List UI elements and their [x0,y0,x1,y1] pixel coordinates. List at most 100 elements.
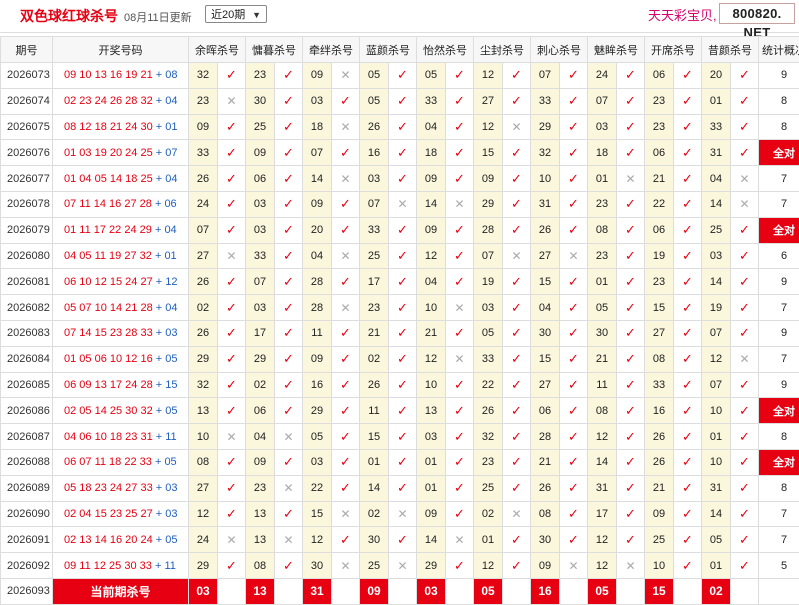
check-mark-icon: ✓ [625,274,636,289]
cross-mark-icon: ✕ [625,559,635,573]
kill-number: 12 [702,346,731,372]
period-number: 2026086 [1,398,53,424]
period-range-select[interactable]: 近20期 ▼ [205,5,267,23]
check-mark-icon: ✓ [511,145,522,160]
kill-result: ✓ [218,449,246,475]
stat-summary: 7 [759,191,799,217]
check-mark-icon: ✓ [226,506,237,521]
kill-result: ✓ [674,114,702,140]
kill-number: 04 [417,114,446,140]
kill-result: ✓ [560,217,588,243]
kill-number: 14 [417,527,446,553]
kill-result: ✓ [560,372,588,398]
kill-result: ✓ [446,320,474,346]
kill-number: 15 [645,295,674,321]
check-mark-icon: ✓ [625,325,636,340]
cross-mark-icon: ✕ [226,430,236,444]
table-row: 202608704 06 10 18 23 31 + 1110✕04✕05✓15… [1,424,799,450]
kill-number: 12 [303,527,332,553]
check-mark-icon: ✓ [625,506,636,521]
kill-number: 18 [588,140,617,166]
check-mark-icon: ✓ [568,119,579,134]
kill-number: 26 [189,320,218,346]
draw-numbers: 09 11 12 25 30 33 + 11 [53,553,189,579]
kill-number: 07 [588,88,617,114]
check-mark-icon: ✓ [226,454,237,469]
check-mark-icon: ✓ [625,196,636,211]
kill-number: 09 [474,166,503,192]
kill-result: ✓ [560,475,588,501]
kill-result: ✓ [674,191,702,217]
check-mark-icon: ✓ [226,196,237,211]
kill-number: 09 [303,346,332,372]
kill-number: 09 [531,553,560,579]
kill-result: ✓ [560,295,588,321]
kill-result: ✓ [389,269,417,295]
check-mark-icon: ✓ [568,300,579,315]
kill-number: 23 [645,269,674,295]
check-mark-icon: ✓ [568,454,579,469]
kill-number: 01 [360,449,389,475]
plus-sign: + [153,69,166,81]
check-mark-icon: ✓ [568,325,579,340]
check-mark-icon: ✓ [283,119,294,134]
check-mark-icon: ✓ [739,429,750,444]
kill-number: 02 [360,501,389,527]
column-header: 开奖号码 [53,37,189,63]
draw-numbers: 02 23 24 26 28 32 + 04 [53,88,189,114]
brand-name[interactable]: 天天彩宝贝, [648,5,717,24]
kill-result: ✓ [617,88,645,114]
check-mark-icon: ✓ [226,274,237,289]
blue-ball: 05 [164,456,176,468]
kill-number: 33 [645,372,674,398]
kill-result: ✓ [731,243,759,269]
kill-number: 06 [645,140,674,166]
plus-sign: + [153,147,166,159]
kill-result: ✓ [560,191,588,217]
kill-result: ✓ [731,269,759,295]
table-row: 202609002 04 15 23 25 27 + 0312✓13✓15✕02… [1,501,799,527]
kill-number: 10 [417,295,446,321]
kill-number: 25 [360,553,389,579]
kill-result: ✓ [389,424,417,450]
kill-number: 07 [702,320,731,346]
check-mark-icon: ✓ [682,300,693,315]
kill-result: ✓ [503,475,531,501]
site-link[interactable]: 800820. NET [719,3,795,24]
check-mark-icon: ✓ [283,248,294,263]
kill-number: 09 [417,501,446,527]
kill-number: 09 [246,140,275,166]
kill-result: ✓ [674,243,702,269]
current-kill-number: 05 [474,578,503,604]
kill-number: 01 [702,553,731,579]
draw-numbers: 06 07 11 18 22 33 + 05 [53,449,189,475]
draw-numbers: 06 09 13 17 24 28 + 15 [53,372,189,398]
cross-mark-icon: ✕ [511,120,521,134]
kill-result: ✓ [503,449,531,475]
kill-result: ✓ [446,166,474,192]
check-mark-icon: ✓ [226,325,237,340]
table-row: 202607402 23 24 26 28 32 + 0423✕30✓03✓05… [1,88,799,114]
current-kill-spacer [332,578,360,604]
kill-result: ✓ [617,424,645,450]
red-balls: 05 07 10 14 21 28 [64,302,153,314]
kill-number: 32 [189,372,218,398]
kill-number: 27 [189,475,218,501]
kill-number: 29 [531,114,560,140]
kill-number: 07 [531,63,560,89]
plus-sign: + [153,431,166,443]
kill-number: 07 [360,191,389,217]
plus-sign: + [152,250,165,262]
kill-result: ✓ [332,346,360,372]
kill-result: ✓ [674,553,702,579]
plus-sign: + [153,302,166,314]
kill-number: 09 [189,114,218,140]
kill-number: 03 [360,166,389,192]
column-header: 开席杀号 [645,37,702,63]
kill-number: 04 [417,269,446,295]
cross-mark-icon: ✕ [739,352,749,366]
check-mark-icon: ✓ [625,532,636,547]
table-row: 202608401 05 06 10 12 16 + 0529✓29✓09✓02… [1,346,799,372]
kill-result: ✓ [560,424,588,450]
draw-numbers: 09 10 13 16 19 21 + 08 [53,63,189,89]
